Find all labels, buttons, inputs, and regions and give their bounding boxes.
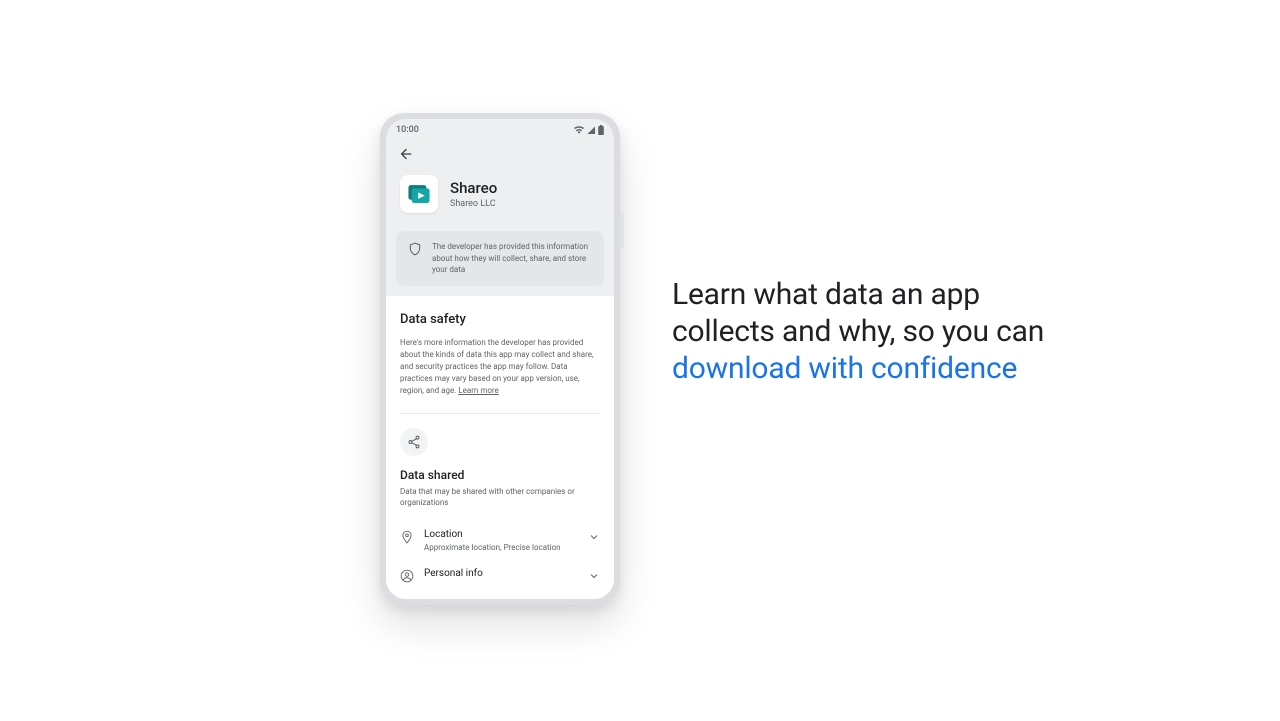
data-shared-row-location[interactable]: Location Approximate location, Precise l… [400,523,600,562]
shield-icon [408,242,422,276]
developer-disclosure-card: The developer has provided this informat… [396,231,604,286]
location-pin-icon [400,530,414,544]
marketing-headline: Learn what data an app collects and why,… [672,276,1072,388]
back-button[interactable] [396,144,416,164]
share-chip [400,428,428,456]
marketing-text-highlight: download with confidence [672,351,1017,386]
row-subtitle: Approximate location, Precise location [424,543,578,552]
battery-icon [598,125,604,135]
status-bar: 10:00 [386,119,614,141]
app-icon [400,175,438,213]
status-icons [574,125,604,135]
person-icon [400,569,414,583]
app-header: Shareo Shareo LLC [386,167,614,231]
app-developer[interactable]: Shareo LLC [450,199,497,209]
row-title: Location [424,529,578,540]
chevron-down-icon [588,531,600,543]
divider [400,413,600,414]
data-shared-row-body: Personal info [424,568,578,579]
data-shared-row-body: Location Approximate location, Precise l… [424,529,578,552]
developer-disclosure-text: The developer has provided this informat… [432,241,592,276]
phone-screen: 10:00 [386,119,614,599]
wifi-icon [574,126,584,134]
app-title-block: Shareo Shareo LLC [450,179,497,209]
row-title: Personal info [424,568,578,579]
data-shared-row-personal-info[interactable]: Personal info [400,562,600,583]
phone-side-button [620,213,624,249]
app-name: Shareo [450,179,497,197]
shareo-app-icon [406,181,432,207]
data-safety-card: Data safety Here's more information the … [386,296,614,599]
data-safety-body: Here's more information the developer ha… [400,337,600,397]
data-shared-subtitle: Data that may be shared with other compa… [400,486,600,509]
data-safety-title: Data safety [400,312,600,327]
data-shared-title: Data shared [400,468,600,482]
learn-more-link[interactable]: Learn more [458,386,498,395]
marketing-text-a: Learn what data an app collects and why,… [672,277,1044,349]
chevron-down-icon [588,570,600,582]
toolbar [386,141,614,167]
status-time: 10:00 [396,125,419,135]
stage: 10:00 [0,0,1280,721]
phone-frame: 10:00 [380,113,620,605]
share-icon [407,435,421,449]
arrow-left-icon [398,146,414,162]
signal-icon [587,126,595,134]
